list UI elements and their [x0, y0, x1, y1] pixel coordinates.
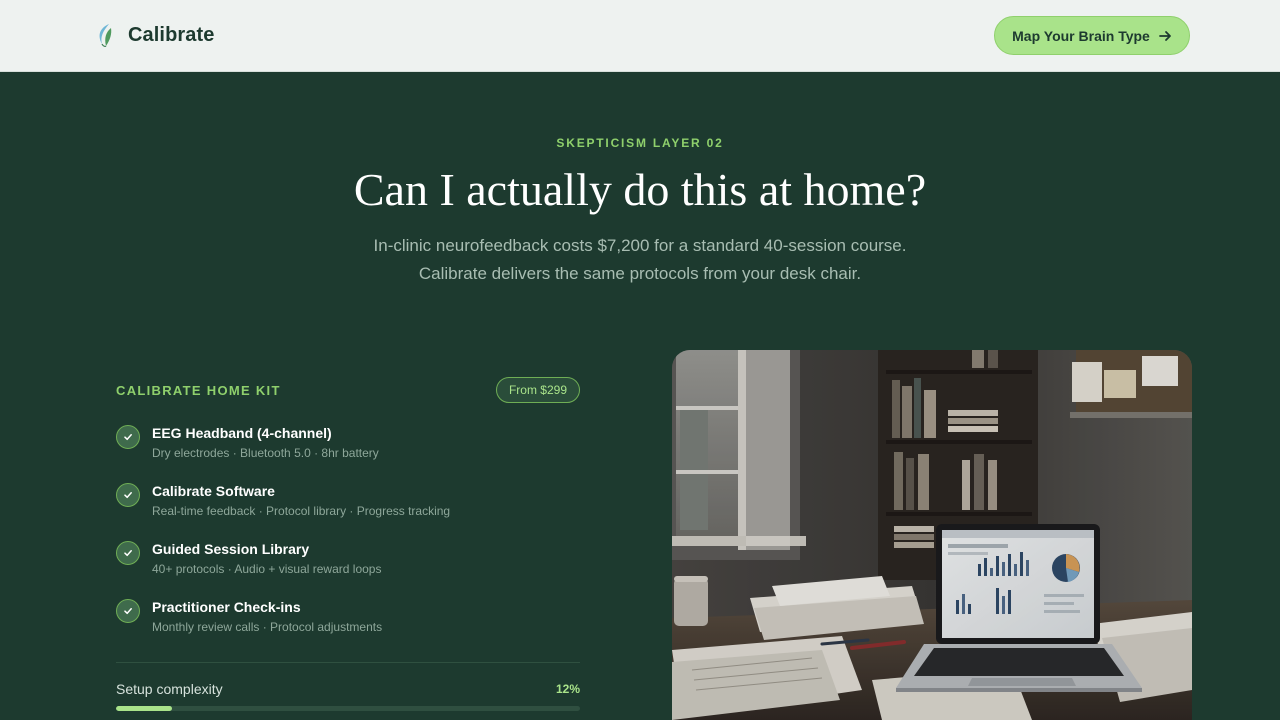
feature-item: Calibrate Software Real-time feedback · …	[116, 482, 580, 540]
home-desk-photo	[672, 350, 1192, 720]
meter-label: Setup complexity	[116, 681, 223, 697]
top-nav: Calibrate Map Your Brain Type	[0, 0, 1280, 72]
feature-text: Practitioner Check-ins Monthly review ca…	[152, 598, 382, 656]
arrow-right-icon	[1158, 30, 1171, 41]
setup-complexity-meter	[116, 706, 580, 711]
meter-value: 12%	[555, 682, 580, 696]
feature-text: Guided Session Library 40+ protocols · A…	[152, 540, 381, 598]
subtitle-line-1: In-clinic neurofeedback costs $7,200 for…	[373, 236, 907, 255]
cta-label: Map Your Brain Type	[1012, 27, 1150, 44]
hero-subtitle: In-clinic neurofeedback costs $7,200 for…	[340, 232, 940, 288]
leaf-swirl-icon	[99, 24, 112, 47]
feature-desc: Monthly review calls · Protocol adjustme…	[152, 620, 383, 634]
check-icon	[116, 599, 140, 623]
feature-text: Calibrate Software Real-time feedback · …	[152, 482, 450, 540]
feature-title: Calibrate Software	[152, 483, 275, 499]
section-eyebrow: SKEPTICISM LAYER 02	[556, 136, 724, 150]
feature-item: EEG Headband (4-channel) Dry electrodes …	[116, 424, 580, 482]
feature-list: EEG Headband (4-channel) Dry electrodes …	[116, 424, 580, 656]
subtitle-line-2: Calibrate delivers the same protocols fr…	[418, 264, 862, 283]
kit-title: CALIBRATE HOME KIT	[116, 382, 281, 398]
check-icon	[116, 541, 140, 565]
feature-title: Practitioner Check-ins	[152, 599, 301, 615]
feature-desc: 40+ protocols · Audio + visual reward lo…	[152, 562, 382, 576]
feature-title: Guided Session Library	[152, 541, 310, 557]
map-brain-type-button[interactable]: Map Your Brain Type	[994, 16, 1190, 55]
setup-complexity-row: Setup complexity 12%	[116, 681, 580, 697]
price-badge: From $299	[495, 377, 580, 403]
feature-title: EEG Headband (4-channel)	[152, 425, 332, 441]
feature-text: EEG Headband (4-channel) Dry electrodes …	[152, 424, 379, 482]
feature-item: Practitioner Check-ins Monthly review ca…	[116, 598, 580, 656]
home-kit-card: CALIBRATE HOME KIT From $299 EEG Headban…	[116, 376, 580, 711]
feature-desc: Dry electrodes · Bluetooth 5.0 · 8hr bat…	[152, 446, 379, 460]
page-title: Can I actually do this at home?	[353, 164, 927, 215]
check-icon	[116, 483, 140, 507]
brand-name: Calibrate	[128, 23, 215, 46]
divider	[116, 662, 580, 663]
feature-desc: Real-time feedback · Protocol library · …	[152, 504, 451, 518]
check-icon	[116, 425, 140, 449]
meter-fill	[116, 706, 172, 711]
feature-item: Guided Session Library 40+ protocols · A…	[116, 540, 580, 598]
brand-logo[interactable]: Calibrate	[94, 22, 215, 48]
kit-header: CALIBRATE HOME KIT From $299	[116, 376, 580, 404]
